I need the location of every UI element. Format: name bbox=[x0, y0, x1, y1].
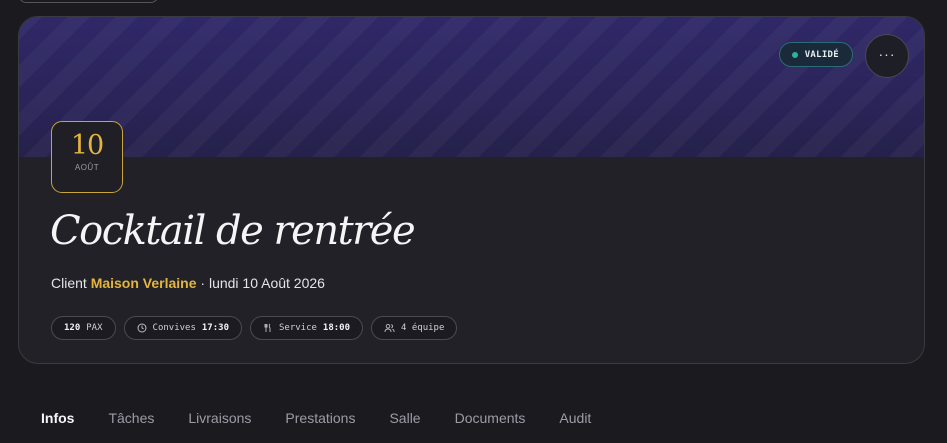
status-badge: VALIDÉ bbox=[778, 42, 853, 67]
event-chips: 120 PAX Convives 17:30 Service 18:00 4 é… bbox=[51, 316, 458, 340]
service-time: 18:00 bbox=[322, 323, 351, 333]
service-label: Service bbox=[278, 323, 317, 333]
status-label: VALIDÉ bbox=[804, 49, 839, 60]
guests-time: 17:30 bbox=[201, 323, 229, 333]
tab-livraisons[interactable]: Livraisons bbox=[188, 410, 251, 426]
client-prefix: Client bbox=[51, 275, 87, 291]
tab-prestations[interactable]: Prestations bbox=[285, 410, 355, 426]
date-month: AOÛT bbox=[74, 163, 100, 172]
team-chip: 4 équipe bbox=[371, 316, 458, 340]
guests-label: Convives bbox=[152, 323, 196, 333]
event-banner bbox=[19, 17, 924, 157]
pax-chip: 120 PAX bbox=[51, 316, 116, 340]
more-icon: ··· bbox=[878, 46, 896, 62]
event-card: VALIDÉ ··· 10 AOÛT Cocktail de rentrée C… bbox=[18, 16, 925, 364]
tab-documents[interactable]: Documents bbox=[455, 410, 526, 426]
guests-time-chip: Convives 17:30 bbox=[123, 316, 242, 340]
status-dot-icon bbox=[791, 51, 798, 58]
users-icon bbox=[384, 323, 395, 333]
cutlery-icon bbox=[263, 323, 273, 333]
service-time-chip: Service 18:00 bbox=[249, 316, 364, 340]
pax-label: PAX bbox=[86, 323, 103, 333]
tab-infos[interactable]: Infos bbox=[41, 410, 74, 426]
more-options-button[interactable]: ··· bbox=[865, 34, 909, 78]
event-title: Cocktail de rentrée bbox=[50, 208, 416, 254]
top-button[interactable] bbox=[18, 0, 159, 3]
event-meta: Client Maison Verlaine · lundi 10 Août 2… bbox=[51, 275, 325, 291]
tab-salle[interactable]: Salle bbox=[389, 410, 420, 426]
tab-taches[interactable]: Tâches bbox=[108, 410, 154, 426]
team-label: 4 équipe bbox=[401, 323, 445, 333]
client-name-link[interactable]: Maison Verlaine bbox=[91, 275, 197, 291]
tab-bar: Infos Tâches Livraisons Prestations Sall… bbox=[41, 410, 591, 426]
tab-audit[interactable]: Audit bbox=[559, 410, 591, 426]
event-date: · lundi 10 Août 2026 bbox=[200, 275, 325, 291]
date-badge: 10 AOÛT bbox=[51, 121, 123, 193]
date-day: 10 bbox=[70, 130, 104, 161]
pax-value: 120 bbox=[64, 323, 81, 333]
clock-icon bbox=[137, 323, 147, 333]
